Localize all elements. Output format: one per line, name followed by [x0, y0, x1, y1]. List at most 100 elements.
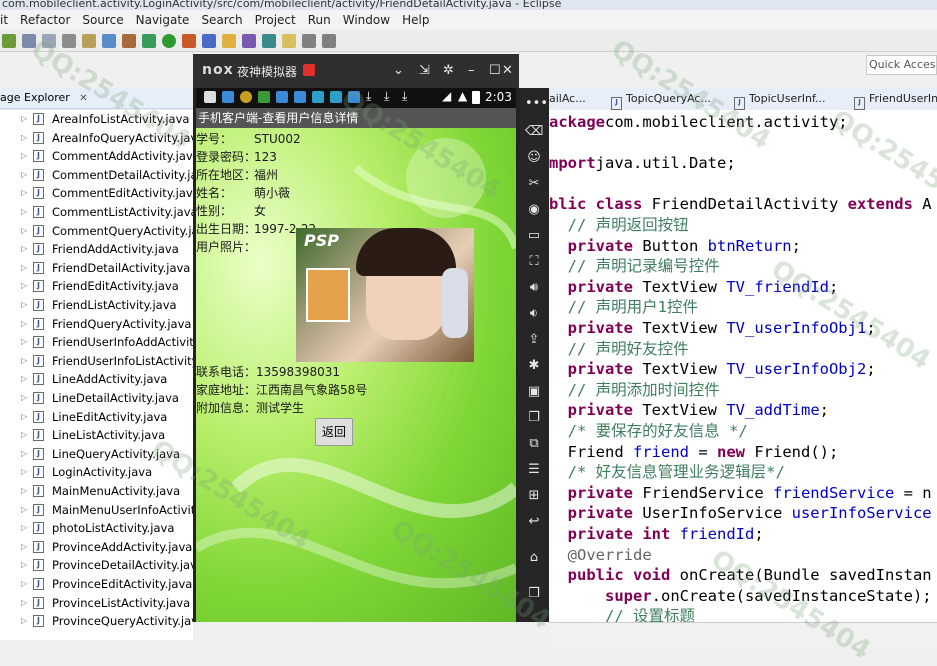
minimize-icon[interactable]: –	[468, 63, 475, 78]
tree-item[interactable]: ▷ J FriendDetailActivity.java	[0, 259, 193, 277]
fullscreen-icon[interactable]: ⛶	[525, 254, 543, 270]
tree-item[interactable]: ▷ J ProvinceAddActivity.java	[0, 538, 193, 556]
menu-item-6[interactable]: Run	[308, 13, 331, 27]
search-icon[interactable]	[202, 33, 216, 48]
expand-arrow-icon[interactable]: ▷	[21, 147, 27, 165]
volume-up-icon[interactable]: 🔊︎	[525, 280, 543, 296]
menu-item-8[interactable]: Help	[402, 13, 429, 27]
menu-item-1[interactable]: Refactor	[20, 13, 70, 27]
build-icon[interactable]	[82, 33, 96, 48]
multi-window-icon[interactable]: ❐	[525, 410, 543, 426]
tree-item[interactable]: ▷ J LineEditActivity.java	[0, 408, 193, 426]
expand-arrow-icon[interactable]: ▷	[21, 166, 27, 184]
location-icon[interactable]: ◉	[525, 202, 543, 218]
external-tools-icon[interactable]	[182, 33, 196, 48]
camera-icon[interactable]: ▣	[525, 384, 543, 400]
expand-arrow-icon[interactable]: ▷	[21, 482, 27, 500]
run-icon[interactable]	[162, 33, 176, 48]
menu-item-2[interactable]: Source	[82, 13, 123, 27]
chevron-down-icon[interactable]: ⌄	[393, 63, 404, 78]
robot-icon[interactable]: ☺	[525, 150, 543, 166]
annotation-icon[interactable]	[282, 33, 296, 48]
install-icon[interactable]: ⇪	[525, 332, 543, 348]
editor-tab[interactable]: J TopicQueryAc...	[611, 90, 711, 110]
close-icon[interactable]: ✕	[79, 93, 87, 104]
print-icon[interactable]	[62, 33, 76, 48]
expand-arrow-icon[interactable]: ▷	[21, 184, 27, 202]
pen-icon[interactable]	[242, 33, 256, 48]
menu-item-3[interactable]: Navigate	[136, 13, 190, 27]
tree-item[interactable]: ▷ JphotoListActivity.java	[0, 519, 193, 537]
tree-item[interactable]: ▷ J ProvinceQueryActivity.java	[0, 612, 193, 630]
tree-item[interactable]: ▷ J CommentQueryActivity.java	[0, 222, 193, 240]
task-icon[interactable]	[102, 33, 116, 48]
pin-icon[interactable]	[262, 33, 276, 48]
expand-arrow-icon[interactable]: ▷	[21, 501, 27, 519]
screen-icon[interactable]: ▭	[525, 228, 543, 244]
menu-item-4[interactable]: Search	[201, 13, 242, 27]
tree-item[interactable]: ▷ J LoginActivity.java	[0, 463, 193, 481]
tree-item[interactable]: ▷ J FriendQueryActivity.java	[0, 315, 193, 333]
return-button[interactable]: 返回	[315, 418, 353, 446]
volume-down-icon[interactable]: 🔉︎	[525, 306, 543, 322]
tree-item[interactable]: ▷ J LineAddActivity.java	[0, 370, 193, 388]
menu-icon[interactable]: ☰	[525, 462, 543, 478]
tree-item[interactable]: ▷ J FriendEditActivity.java	[0, 277, 193, 295]
expand-arrow-icon[interactable]: ▷	[21, 315, 27, 333]
more-icon[interactable]: •••	[525, 96, 548, 112]
quick-access-field[interactable]: Quick Access	[866, 55, 937, 75]
expand-arrow-icon[interactable]: ▷	[21, 445, 27, 463]
tree-item[interactable]: ▷ J ProvinceDetailActivity.java	[0, 556, 193, 574]
expand-arrow-icon[interactable]: ▷	[21, 129, 27, 147]
back-icon[interactable]: ↩	[525, 514, 543, 530]
tree-item[interactable]: ▷ J ProvinceEditActivity.java	[0, 575, 193, 593]
expand-arrow-icon[interactable]: ▷	[21, 612, 27, 630]
editor-tab[interactable]: ailAc...	[549, 90, 586, 108]
package-icon[interactable]	[122, 33, 136, 48]
expand-arrow-icon[interactable]: ▷	[21, 352, 27, 370]
tree-item[interactable]: ▷ J FriendUserInfoAddActivity	[0, 333, 193, 351]
tree-item[interactable]: ▷ J CommentAddActivity.java	[0, 147, 193, 165]
expand-arrow-icon[interactable]: ▷	[21, 556, 27, 574]
save-all-icon[interactable]	[42, 33, 56, 48]
save-icon[interactable]	[22, 33, 36, 48]
tree-item[interactable]: ▷ J CommentEditActivity.java	[0, 184, 193, 202]
menu-item-0[interactable]: it	[0, 13, 8, 27]
expand-arrow-icon[interactable]: ▷	[21, 203, 27, 221]
menu-item-7[interactable]: Window	[343, 13, 390, 27]
record-icon[interactable]: ⧉	[525, 436, 543, 452]
expand-arrow-icon[interactable]: ▷	[21, 370, 27, 388]
tree-item[interactable]: ▷ J CommentListActivity.java	[0, 203, 193, 221]
home-icon[interactable]: ⌂	[525, 550, 543, 566]
expand-arrow-icon[interactable]: ▷	[21, 408, 27, 426]
expand-arrow-icon[interactable]: ▷	[21, 463, 27, 481]
editor-tab[interactable]: J TopicUserInf...	[734, 90, 826, 110]
forward-icon[interactable]	[322, 33, 336, 48]
expand-arrow-icon[interactable]: ▷	[21, 277, 27, 295]
tree-item[interactable]: ▷ J LineDetailActivity.java	[0, 389, 193, 407]
tree-item[interactable]: ▷ J FriendUserInfoListActivity.j	[0, 352, 193, 370]
add-icon[interactable]: ⊞	[525, 488, 543, 504]
expand-arrow-icon[interactable]: ▷	[21, 519, 27, 537]
trash-icon[interactable]: ⌫	[525, 124, 543, 140]
tree-item[interactable]: ▷ J MainMenuActivity.java	[0, 482, 193, 500]
expand-arrow-icon[interactable]: ▷	[21, 259, 27, 277]
maximize-icon[interactable]: ☐	[489, 63, 501, 78]
open-folder-icon[interactable]	[222, 33, 236, 48]
tree-item[interactable]: ▷ J LineQueryActivity.java	[0, 445, 193, 463]
recent-apps-icon[interactable]: ❒	[525, 586, 543, 602]
tree-item[interactable]: ▷ J FriendListActivity.java	[0, 296, 193, 314]
expand-arrow-icon[interactable]: ▷	[21, 240, 27, 258]
expand-arrow-icon[interactable]: ▷	[21, 389, 27, 407]
new-icon[interactable]	[2, 33, 16, 48]
tree-item[interactable]: ▷ J AreaInfoQueryActivity.java	[0, 129, 193, 147]
expand-arrow-icon[interactable]: ▷	[21, 594, 27, 612]
menu-item-5[interactable]: Project	[255, 13, 296, 27]
tree-item[interactable]: ▷ J FriendAddActivity.java	[0, 240, 193, 258]
tree-item[interactable]: ▷ J ProvinceListActivity.java	[0, 594, 193, 612]
tree-item[interactable]: ▷ J AreaInfoListActivity.java	[0, 110, 193, 128]
close-icon[interactable]: ✕	[502, 63, 513, 78]
expand-arrow-icon[interactable]: ▷	[21, 296, 27, 314]
expand-arrow-icon[interactable]: ▷	[21, 538, 27, 556]
tree-item[interactable]: ▷ J CommentDetailActivity.java	[0, 166, 193, 184]
